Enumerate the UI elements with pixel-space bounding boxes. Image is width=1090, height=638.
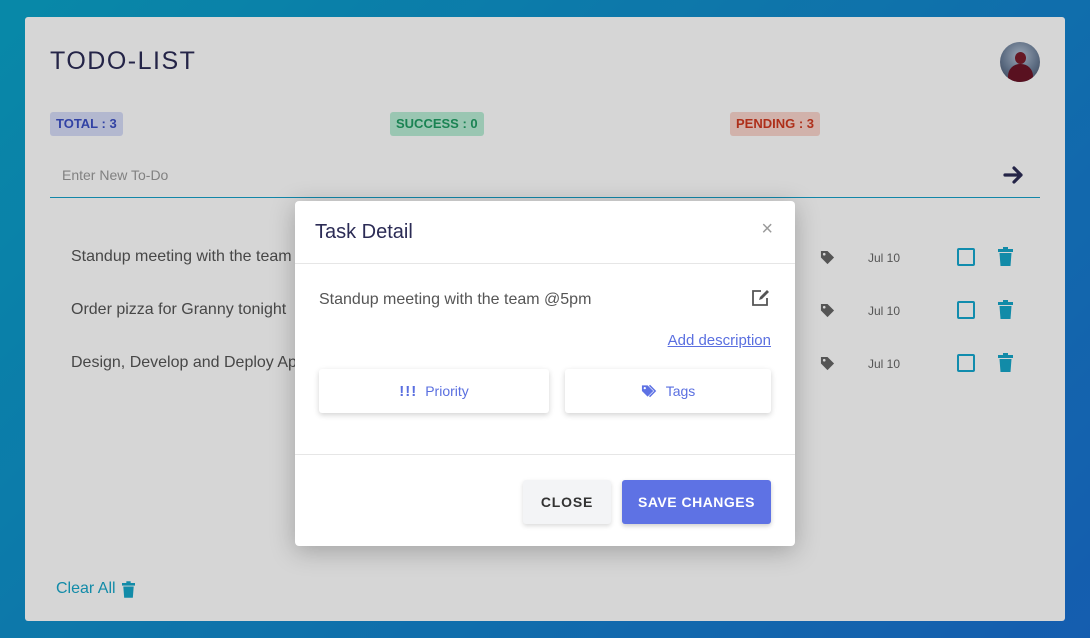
edit-icon[interactable] [751,289,771,307]
priority-button[interactable]: !!! Priority [319,369,549,413]
modal-title: Task Detail [315,221,413,243]
tags-icon [641,384,656,398]
save-changes-button[interactable]: SAVE CHANGES [622,480,771,524]
priority-icon: !!! [399,382,418,400]
modal-header: Task Detail × [295,201,795,264]
modal-footer: CLOSE SAVE CHANGES [295,454,795,546]
add-description-link[interactable]: Add description [668,332,771,349]
tags-label: Tags [665,383,696,399]
close-icon[interactable]: × [761,219,773,239]
priority-label: Priority [425,383,469,399]
close-button[interactable]: CLOSE [523,480,611,524]
task-detail-text: Standup meeting with the team @5pm [319,291,592,308]
tags-button[interactable]: Tags [565,369,771,413]
task-detail-modal: Task Detail × Standup meeting with the t… [295,201,795,546]
